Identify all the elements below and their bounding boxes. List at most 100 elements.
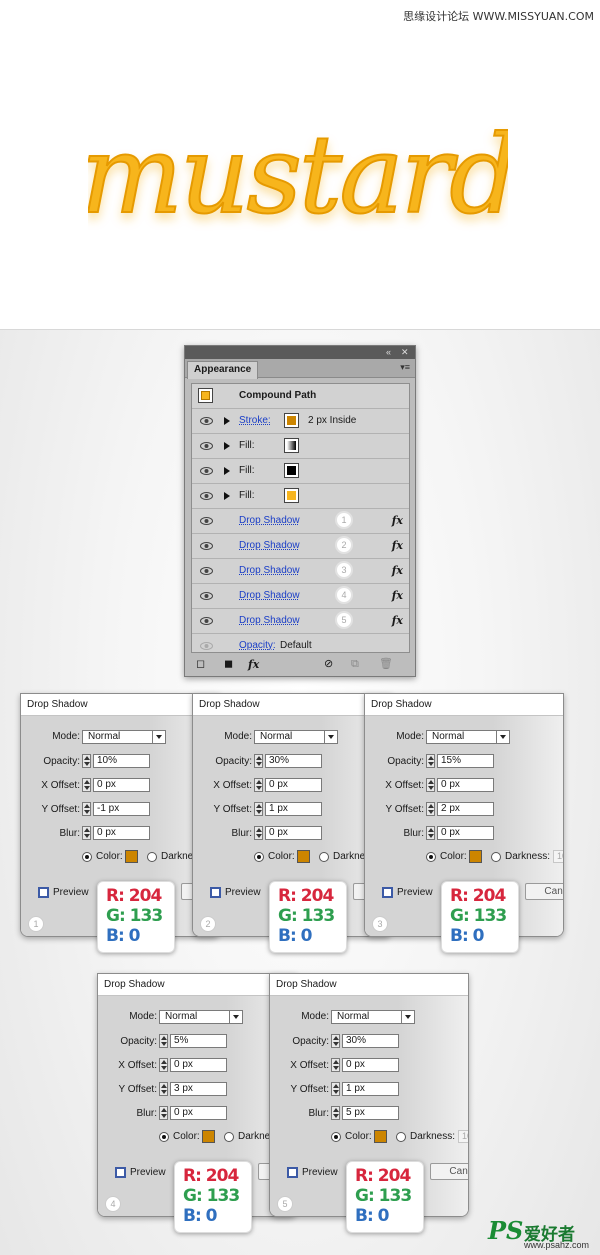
expand-triangle-icon[interactable] <box>224 442 230 450</box>
opacity-row[interactable]: Opacity: Default <box>192 634 409 654</box>
eye-icon[interactable] <box>200 517 213 525</box>
fx-icon[interactable]: fx <box>392 514 403 527</box>
opacity-input[interactable]: 10% <box>93 754 150 768</box>
mode-select[interactable]: Normal <box>82 730 166 744</box>
eye-icon[interactable] <box>200 617 213 625</box>
drop-shadow-link[interactable]: Drop Shadow <box>239 590 300 601</box>
shadow-color-swatch[interactable] <box>125 850 138 863</box>
opacity-stepper[interactable] <box>159 1034 168 1048</box>
tab-appearance[interactable]: Appearance <box>187 361 259 379</box>
trash-icon[interactable]: 🗑 <box>379 659 393 670</box>
preview-checkbox[interactable] <box>38 887 49 898</box>
chevron-down-icon[interactable] <box>496 731 509 743</box>
preview-checkbox[interactable] <box>115 1167 126 1178</box>
darkness-radio[interactable] <box>491 852 501 862</box>
y-offset-input[interactable]: 1 px <box>265 802 322 816</box>
x-offset-input[interactable]: 0 px <box>170 1058 227 1072</box>
fill-row[interactable]: Fill: <box>192 434 409 459</box>
stroke-row[interactable]: Stroke: 2 px Inside <box>192 409 409 434</box>
fx-icon[interactable]: fx <box>392 539 403 552</box>
opacity-link[interactable]: Opacity: <box>239 640 276 651</box>
opacity-input[interactable]: 30% <box>342 1034 399 1048</box>
collapse-icon[interactable]: « <box>386 347 391 358</box>
fill-swatch-gradient[interactable] <box>284 438 299 453</box>
blur-input[interactable]: 0 px <box>170 1106 227 1120</box>
add-fill-icon[interactable]: ◼ <box>224 659 233 670</box>
y-offset-stepper[interactable] <box>331 1082 340 1096</box>
clear-appearance-icon[interactable]: ⊘ <box>324 659 333 670</box>
y-offset-input[interactable]: 1 px <box>342 1082 399 1096</box>
color-radio[interactable] <box>254 852 264 862</box>
mode-select[interactable]: Normal <box>426 730 510 744</box>
panel-titlebar[interactable]: « ✕ <box>185 346 415 359</box>
fill-row[interactable]: Fill: <box>192 459 409 484</box>
mode-select[interactable]: Normal <box>331 1010 415 1024</box>
color-radio[interactable] <box>426 852 436 862</box>
effect-row[interactable]: Drop Shadow 1 fx <box>192 509 409 534</box>
preview-checkbox[interactable] <box>287 1167 298 1178</box>
opacity-stepper[interactable] <box>331 1034 340 1048</box>
opacity-stepper[interactable] <box>254 754 263 768</box>
eye-icon[interactable] <box>200 592 213 600</box>
blur-input[interactable]: 5 px <box>342 1106 399 1120</box>
blur-stepper[interactable] <box>254 826 263 840</box>
fx-icon[interactable]: fx <box>392 564 403 577</box>
opacity-input[interactable]: 30% <box>265 754 322 768</box>
darkness-radio[interactable] <box>396 1132 406 1142</box>
preview-checkbox[interactable] <box>210 887 221 898</box>
shadow-color-swatch[interactable] <box>374 1130 387 1143</box>
mode-select[interactable]: Normal <box>254 730 338 744</box>
blur-stepper[interactable] <box>159 1106 168 1120</box>
blur-stepper[interactable] <box>331 1106 340 1120</box>
x-offset-input[interactable]: 0 px <box>342 1058 399 1072</box>
fill-swatch-mustard[interactable] <box>284 488 299 503</box>
eye-icon[interactable] <box>200 442 213 450</box>
blur-stepper[interactable] <box>426 826 435 840</box>
drop-shadow-link[interactable]: Drop Shadow <box>239 565 300 576</box>
chevron-down-icon[interactable] <box>152 731 165 743</box>
expand-triangle-icon[interactable] <box>224 492 230 500</box>
darkness-radio[interactable] <box>319 852 329 862</box>
blur-input[interactable]: 0 px <box>437 826 494 840</box>
effect-row[interactable]: Drop Shadow 2 fx <box>192 534 409 559</box>
add-effect-icon[interactable]: fx <box>248 659 259 670</box>
y-offset-stepper[interactable] <box>82 802 91 816</box>
x-offset-input[interactable]: 0 px <box>437 778 494 792</box>
expand-triangle-icon[interactable] <box>224 417 230 425</box>
opacity-stepper[interactable] <box>82 754 91 768</box>
shadow-color-swatch[interactable] <box>469 850 482 863</box>
panel-menu-icon[interactable]: ▾≡ <box>400 362 410 373</box>
x-offset-stepper[interactable] <box>254 778 263 792</box>
close-icon[interactable]: ✕ <box>401 347 409 358</box>
chevron-down-icon[interactable] <box>324 731 337 743</box>
fill-swatch-black[interactable] <box>284 463 299 478</box>
add-stroke-icon[interactable]: ◻ <box>196 659 205 670</box>
chevron-down-icon[interactable] <box>401 1011 414 1023</box>
color-radio[interactable] <box>331 1132 341 1142</box>
drop-shadow-link[interactable]: Drop Shadow <box>239 615 300 626</box>
blur-input[interactable]: 0 px <box>265 826 322 840</box>
mode-select[interactable]: Normal <box>159 1010 243 1024</box>
preview-checkbox[interactable] <box>382 887 393 898</box>
eye-icon[interactable] <box>200 467 213 475</box>
y-offset-input[interactable]: -1 px <box>93 802 150 816</box>
effect-row[interactable]: Drop Shadow 4 fx <box>192 584 409 609</box>
eye-icon[interactable] <box>200 417 213 425</box>
cancel-button[interactable]: Cancel <box>430 1163 468 1180</box>
expand-triangle-icon[interactable] <box>224 467 230 475</box>
y-offset-stepper[interactable] <box>254 802 263 816</box>
color-radio[interactable] <box>159 1132 169 1142</box>
chevron-down-icon[interactable] <box>229 1011 242 1023</box>
darkness-input[interactable]: 100% <box>458 1130 468 1143</box>
effect-row[interactable]: Drop Shadow 3 fx <box>192 559 409 584</box>
stroke-swatch[interactable] <box>284 413 299 428</box>
x-offset-stepper[interactable] <box>159 1058 168 1072</box>
fx-icon[interactable]: fx <box>392 614 403 627</box>
cancel-button[interactable]: Cancel <box>525 883 563 900</box>
y-offset-input[interactable]: 2 px <box>437 802 494 816</box>
y-offset-stepper[interactable] <box>159 1082 168 1096</box>
color-radio[interactable] <box>82 852 92 862</box>
fill-row[interactable]: Fill: <box>192 484 409 509</box>
y-offset-stepper[interactable] <box>426 802 435 816</box>
x-offset-stepper[interactable] <box>331 1058 340 1072</box>
